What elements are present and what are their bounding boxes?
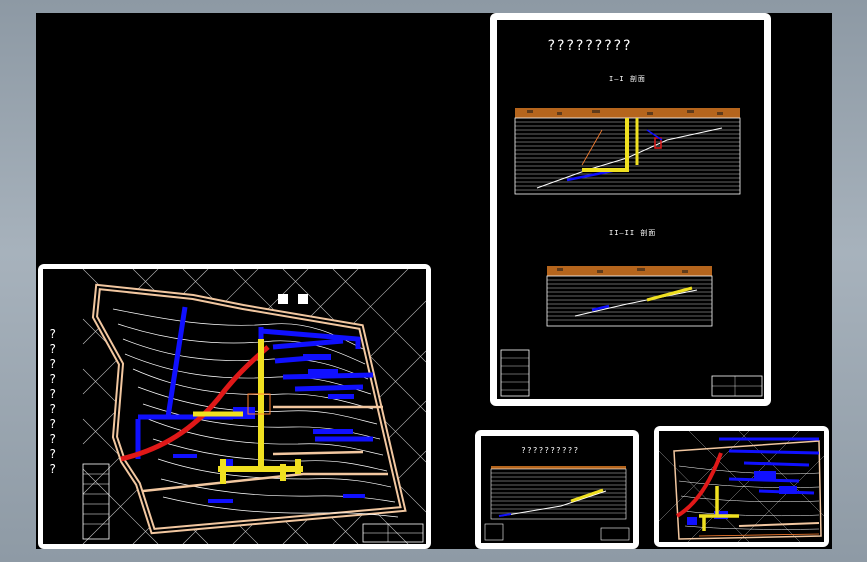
section-b-label: II—II 剖面 (609, 229, 657, 237)
section-sheet-title: ????????? (547, 38, 632, 54)
section-b-profile (546, 266, 713, 327)
drawing-canvas[interactable]: ? ? ? ? ? ? ? ? ? ? ????????? I—I 剖面 II—… (36, 13, 832, 549)
small-section-sheet[interactable]: ?????????? (475, 430, 639, 549)
small-plan-sheet[interactable] (654, 426, 829, 547)
plan-side-title: ? ? ? ? ? ? ? ? ? ? (49, 327, 58, 476)
section-a-label: I—I 剖面 (609, 75, 646, 83)
section-a-profile (514, 108, 741, 195)
plan-drawing (82, 269, 426, 544)
section-sheet[interactable]: ????????? I—I 剖面 II—II 剖面 (490, 13, 771, 406)
plan-sheet[interactable]: ? ? ? ? ? ? ? ? ? ? (38, 264, 431, 549)
small-sheet-title: ?????????? (521, 446, 580, 455)
small-plan-drawing (659, 431, 824, 542)
